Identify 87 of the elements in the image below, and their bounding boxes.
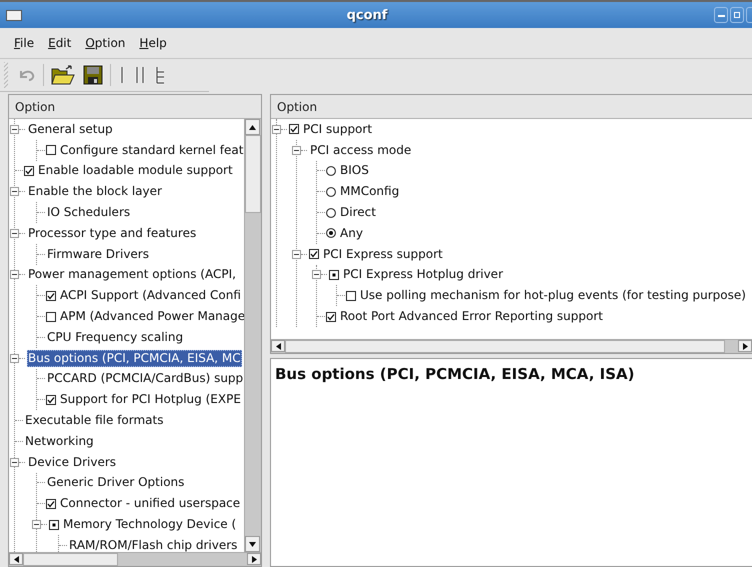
expander-icon[interactable]	[292, 250, 301, 259]
horizontal-scrollbar[interactable]	[271, 339, 752, 353]
radio-button[interactable]	[326, 186, 336, 197]
expander-icon[interactable]	[10, 270, 19, 280]
expander-icon[interactable]	[272, 124, 281, 134]
tree-item[interactable]: Enable the block layer	[27, 183, 163, 200]
folder-icon	[51, 65, 75, 85]
tree-item[interactable]: Power management options (ACPI,	[27, 266, 237, 284]
maximize-button[interactable]	[730, 7, 744, 23]
tree-item[interactable]: Executable file formats	[24, 412, 164, 430]
expander-icon[interactable]	[32, 520, 41, 530]
scrollbar-thumb[interactable]	[245, 135, 261, 213]
tree-item[interactable]: Any	[339, 224, 364, 242]
tree-item[interactable]: Configure standard kernel feat	[59, 142, 244, 159]
tree-item[interactable]: Support for PCI Hotplug (EXPE	[59, 391, 242, 408]
expander-icon[interactable]	[312, 270, 321, 280]
tree-item[interactable]: Firmware Drivers	[46, 246, 150, 263]
tree-item[interactable]: PCI Express support	[322, 246, 444, 263]
tree-item[interactable]: BIOS	[339, 162, 370, 180]
tree-item[interactable]: Root Port Advanced Error Reporting support	[339, 308, 604, 326]
scrollbar-thumb[interactable]	[285, 340, 725, 353]
tree-item[interactable]: MMConfig	[339, 183, 400, 200]
tree-item[interactable]: PCI support	[302, 120, 374, 138]
menu-item[interactable]: Edit	[42, 34, 78, 52]
scroll-left-arrow-icon[interactable]	[14, 556, 18, 562]
checkbox[interactable]	[24, 166, 34, 176]
checkbox[interactable]	[309, 249, 319, 260]
tree-item[interactable]: CPU Frequency scaling	[46, 328, 184, 346]
radio-button[interactable]	[326, 228, 336, 238]
toolbar-grip[interactable]	[4, 62, 8, 88]
tree-item[interactable]: Use polling mechanism for hot-plug events (for testing purpose)	[359, 287, 747, 304]
help-text: Bus options (PCI, PCMCIA, EISA, MCA, ISA)	[270, 358, 752, 567]
tree-item[interactable]: Enable loadable module support	[37, 162, 234, 180]
maximize-icon	[734, 12, 740, 18]
window-icon[interactable]	[6, 10, 22, 20]
minimize-button[interactable]	[714, 7, 728, 23]
checkbox[interactable]	[46, 498, 56, 509]
tree-item[interactable]: ACPI Support (Advanced Confi	[59, 287, 242, 304]
tree-item[interactable]: Direct	[339, 204, 377, 222]
scroll-down-arrow-icon[interactable]	[249, 542, 256, 546]
expander-icon[interactable]	[10, 187, 19, 196]
checkbox[interactable]	[49, 520, 59, 530]
expander-icon[interactable]	[10, 124, 19, 134]
tree-item[interactable]: Networking	[24, 432, 95, 450]
checkbox[interactable]	[326, 312, 336, 322]
tree-item[interactable]: PCI Express Hotplug driver	[342, 266, 504, 284]
menu-item[interactable]: Option	[79, 34, 132, 52]
tree-item[interactable]: Bus options (PCI, PCMCIA, EISA, MC	[27, 350, 242, 367]
radio-button[interactable]	[326, 166, 336, 176]
menu-item[interactable]: Help	[133, 34, 173, 52]
horizontal-scrollbar[interactable]	[9, 552, 261, 566]
window-title: qconf	[346, 8, 388, 22]
vertical-scrollbar[interactable]	[244, 119, 261, 552]
scroll-right-arrow-icon[interactable]	[742, 342, 748, 350]
checkbox[interactable]	[329, 270, 339, 280]
expander-icon[interactable]	[10, 458, 19, 467]
scroll-left-arrow-icon[interactable]	[276, 342, 280, 350]
menu-item[interactable]: File	[8, 34, 40, 52]
expander-icon[interactable]	[292, 146, 301, 155]
tree-item[interactable]: Processor type and features	[27, 224, 198, 242]
tree-item[interactable]: IO Schedulers	[46, 204, 132, 222]
split-view-icon	[134, 66, 146, 84]
column-header[interactable]: Option	[271, 95, 752, 119]
checkbox[interactable]	[46, 312, 56, 322]
tree-item[interactable]: Generic Driver Options	[46, 474, 186, 492]
scroll-right-arrow-icon[interactable]	[252, 556, 256, 562]
tree-item[interactable]: General setup	[27, 120, 114, 138]
checkbox[interactable]	[346, 290, 356, 301]
full-view-icon	[154, 66, 166, 84]
radio-button[interactable]	[326, 208, 336, 218]
tree-item[interactable]: Connector - unified userspace	[59, 495, 242, 512]
tree-item[interactable]: PCI access mode	[309, 142, 412, 159]
expander-icon[interactable]	[10, 228, 19, 238]
checkbox[interactable]	[46, 394, 56, 405]
checkbox[interactable]	[289, 124, 299, 134]
scrollbar-thumb[interactable]	[23, 553, 118, 566]
expander-icon[interactable]	[10, 354, 19, 363]
tree-item[interactable]: PCCARD (PCMCIA/CardBus) supp	[46, 370, 244, 388]
undo-icon	[18, 68, 36, 82]
tree-item[interactable]: RAM/ROM/Flash chip drivers	[68, 536, 238, 552]
checkbox[interactable]	[46, 145, 56, 156]
column-header[interactable]: Option	[9, 95, 261, 119]
checkbox[interactable]	[46, 290, 56, 301]
tree-item[interactable]: Device Drivers	[27, 454, 118, 471]
minimize-icon	[718, 14, 724, 16]
scroll-up-arrow-icon[interactable]	[249, 124, 256, 130]
tree-item[interactable]: Memory Technology Device (	[62, 516, 238, 534]
